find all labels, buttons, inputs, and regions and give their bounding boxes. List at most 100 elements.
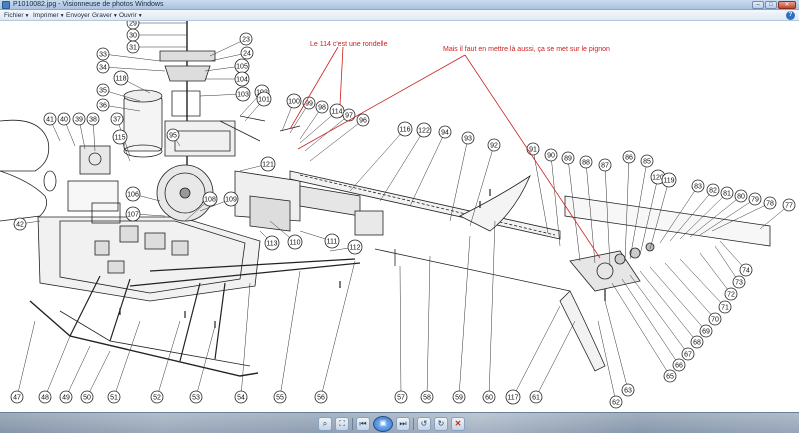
part-callout: 119 xyxy=(661,172,677,188)
callout-number: 77 xyxy=(785,203,793,210)
callout-number: 49 xyxy=(62,395,70,402)
part-callout: 37 xyxy=(110,112,124,126)
leader-line xyxy=(629,274,689,355)
part-callout: 103 xyxy=(235,86,251,102)
callout-number: 72 xyxy=(727,292,735,299)
leader-line xyxy=(621,278,680,366)
callout-number: 65 xyxy=(666,374,674,381)
part-callout: 105 xyxy=(234,58,250,74)
part-callout: 47 xyxy=(10,390,24,404)
leader-line xyxy=(44,335,71,398)
leader-line xyxy=(195,325,216,398)
minimize-button[interactable]: – xyxy=(752,1,764,9)
part-callout: 77 xyxy=(782,198,796,212)
slideshow-button[interactable]: ▣ xyxy=(373,415,393,432)
callout-number: 89 xyxy=(564,156,572,163)
callout-number: 107 xyxy=(127,212,139,219)
part-callout: 72 xyxy=(724,287,738,301)
leader-line xyxy=(535,320,576,398)
maximize-button[interactable]: □ xyxy=(765,1,777,9)
zoom-button[interactable]: ⌕ xyxy=(318,416,332,431)
part-callout: 69 xyxy=(699,324,713,338)
part-callout: 70 xyxy=(708,312,722,326)
callout-number: 78 xyxy=(766,201,774,208)
fit-to-window-button[interactable]: ⛶ xyxy=(335,416,349,431)
callout-number: 30 xyxy=(129,33,137,40)
toolbar-buttons: ⌕ ⛶ ⏮ ▣ ⏭ ↺ ↻ ✕ xyxy=(318,415,465,432)
part-callout: 55 xyxy=(273,390,287,404)
part-callout: 52 xyxy=(150,390,164,404)
callout-number: 90 xyxy=(547,153,555,160)
callout-number: 81 xyxy=(723,191,731,198)
callout-number: 95 xyxy=(169,133,177,140)
title-bar: P1010082.jpg - Visionneuse de photos Win… xyxy=(0,0,799,10)
rotate-left-button[interactable]: ↺ xyxy=(417,416,431,431)
callout-number: 35 xyxy=(99,88,107,95)
callout-number: 38 xyxy=(89,117,97,124)
callout-number: 87 xyxy=(601,163,609,170)
callout-number: 33 xyxy=(99,52,107,59)
part-callout: 80 xyxy=(734,189,748,203)
part-callout: 98 xyxy=(315,100,329,114)
callout-number: 56 xyxy=(317,395,325,402)
callout-number: 105 xyxy=(236,64,248,71)
part-callout: 95 xyxy=(166,128,180,142)
rotate-right-button[interactable]: ↻ xyxy=(434,416,448,431)
red-annotations: Le 114 c'est une rondelle Mais il faut e… xyxy=(289,41,610,259)
part-callout: 85 xyxy=(640,154,654,168)
next-button[interactable]: ⏭ xyxy=(396,416,410,431)
part-callout: 101 xyxy=(256,91,272,107)
callout-number: 58 xyxy=(423,395,431,402)
part-callout: 29 xyxy=(126,21,140,30)
leader-line xyxy=(86,350,111,398)
part-callout: 108 xyxy=(202,191,218,207)
help-icon[interactable]: ? xyxy=(786,11,795,20)
part-callout: 53 xyxy=(189,390,203,404)
previous-button[interactable]: ⏮ xyxy=(356,416,370,431)
leader-line xyxy=(156,320,181,398)
leader-line xyxy=(699,252,732,295)
callout-number: 68 xyxy=(693,340,701,347)
close-button[interactable]: ✕ xyxy=(778,1,796,9)
callout-number: 116 xyxy=(399,127,410,134)
callout-number: 60 xyxy=(485,395,493,402)
window-title: P1010082.jpg - Visionneuse de photos Win… xyxy=(13,1,164,8)
part-callout: 111 xyxy=(324,233,340,249)
delete-button[interactable]: ✕ xyxy=(451,416,465,431)
callout-number: 73 xyxy=(735,280,743,287)
part-callout: 118 xyxy=(113,70,129,86)
part-callout: 79 xyxy=(748,192,762,206)
leader-line xyxy=(649,266,707,332)
part-callout: 91 xyxy=(526,142,540,156)
chevron-down-icon: ▼ xyxy=(112,13,118,19)
callout-number: 52 xyxy=(153,395,161,402)
menu-envoyer[interactable]: Envoyer xyxy=(66,10,90,21)
callout-number: 74 xyxy=(742,268,750,275)
part-callout: 112 xyxy=(347,239,363,255)
leader-line xyxy=(113,320,141,398)
callout-number: 40 xyxy=(60,117,68,124)
viewer-toolbar: ⌕ ⛶ ⏮ ▣ ⏭ ↺ ↻ ✕ xyxy=(0,412,799,433)
callout-number: 117 xyxy=(507,395,518,402)
part-callout: 86 xyxy=(622,150,636,164)
callout-number: 115 xyxy=(114,135,125,142)
chevron-down-icon: ▼ xyxy=(24,13,30,19)
callout-number: 71 xyxy=(721,305,729,312)
callout-number: 63 xyxy=(624,388,632,395)
callout-number: 118 xyxy=(115,76,126,83)
callout-number: 50 xyxy=(83,395,91,402)
part-callout: 36 xyxy=(96,98,110,112)
part-callout: 78 xyxy=(763,196,777,210)
annotation-note-left: Le 114 c'est une rondelle xyxy=(310,41,388,48)
menu-bar: Fichier▼ Imprimer▼ Envoyer Graver▼ Ouvri… xyxy=(0,10,799,21)
callout-number: 92 xyxy=(490,143,498,150)
callout-number: 48 xyxy=(41,395,49,402)
part-callout: 73 xyxy=(732,275,746,289)
part-callout: 68 xyxy=(690,335,704,349)
part-callout: 63 xyxy=(621,383,635,397)
part-callout: 109 xyxy=(223,191,239,207)
part-callout: 104 xyxy=(234,71,250,87)
callout-number: 24 xyxy=(243,51,251,58)
part-callout: 39 xyxy=(72,112,86,126)
leader-line xyxy=(65,345,91,398)
